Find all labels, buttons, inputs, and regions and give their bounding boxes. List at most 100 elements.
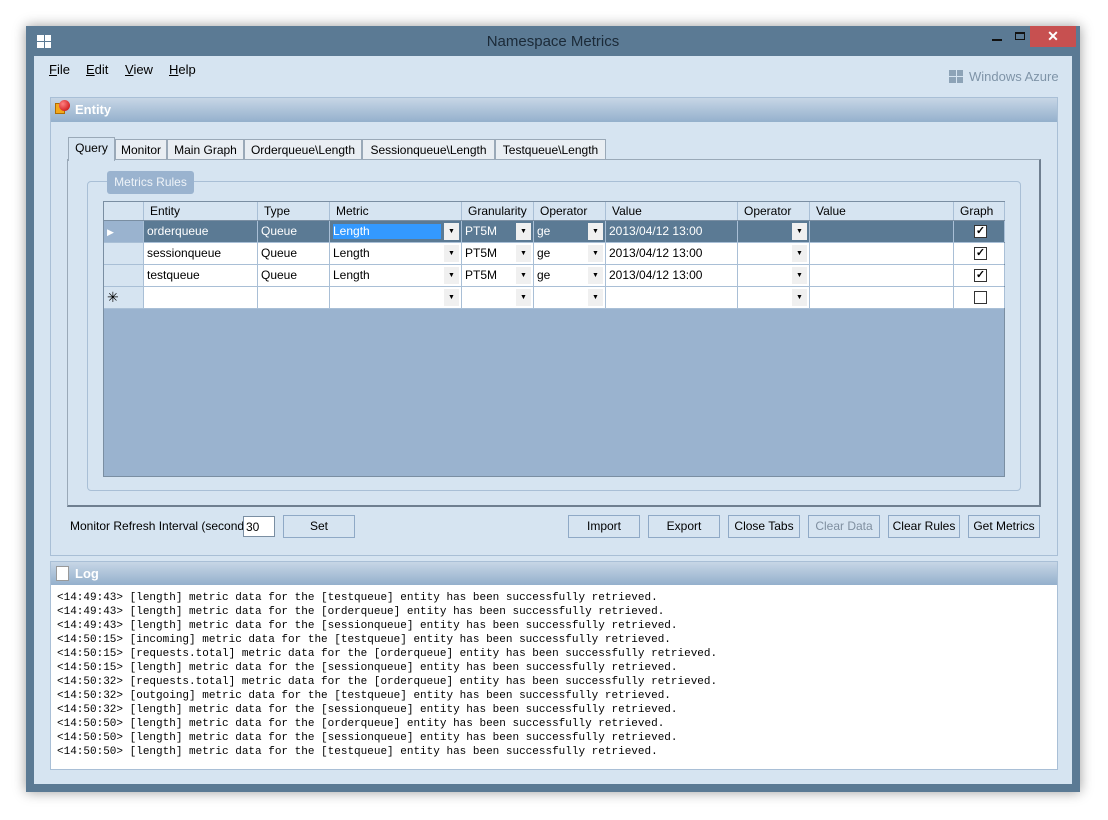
entity-cell[interactable] — [144, 287, 258, 308]
graph-checkbox[interactable]: ✓ — [974, 269, 987, 282]
value1-cell[interactable]: 2013/04/12 13:00 — [606, 221, 738, 242]
row-header[interactable] — [104, 265, 144, 286]
table-row[interactable]: ▶ orderqueue Queue Length ▼ PT5M ▼ ge ▼ 2013/04/1… — [104, 221, 1005, 243]
dropdown-arrow-icon[interactable]: ▼ — [792, 245, 807, 262]
column-header[interactable]: Graph — [954, 202, 1005, 220]
menu-help[interactable]: Help — [169, 62, 196, 77]
dropdown-arrow-icon[interactable]: ▼ — [444, 245, 459, 262]
dropdown-arrow-icon[interactable]: ▼ — [444, 267, 459, 284]
tab-sessionqueue-length[interactable]: Sessionqueue\Length — [362, 139, 495, 160]
type-cell[interactable] — [258, 287, 330, 308]
metric-value: Length — [333, 246, 370, 260]
tab-orderqueue-length[interactable]: Orderqueue\Length — [244, 139, 362, 160]
table-row[interactable]: ✳ ▼ ▼ ▼ ▼ — [104, 287, 1005, 309]
value2-cell[interactable] — [810, 265, 954, 286]
value2-cell[interactable] — [810, 287, 954, 308]
granularity-value: PT5M — [465, 224, 498, 238]
column-header[interactable] — [104, 202, 144, 220]
row-header[interactable]: ✳ — [104, 287, 144, 308]
dropdown-arrow-icon[interactable]: ▼ — [588, 223, 603, 240]
tab-testqueue-length[interactable]: Testqueue\Length — [495, 139, 606, 160]
import-button[interactable]: Import — [568, 515, 640, 538]
column-header[interactable]: Value — [606, 202, 738, 220]
dropdown-arrow-icon[interactable]: ▼ — [792, 267, 807, 284]
dropdown-arrow-icon[interactable]: ▼ — [588, 267, 603, 284]
column-header[interactable]: Value — [810, 202, 954, 220]
row-header[interactable]: ▶ — [104, 221, 144, 242]
op2-cell[interactable]: ▼ — [738, 243, 810, 264]
op1-cell[interactable]: ge ▼ — [534, 265, 606, 286]
entity-cell[interactable]: orderqueue — [144, 221, 258, 242]
set-button[interactable]: Set — [283, 515, 355, 538]
granularity-cell[interactable]: ▼ — [462, 287, 534, 308]
menu-file[interactable]: File — [49, 62, 70, 77]
metric-cell[interactable]: ▼ — [330, 287, 462, 308]
dropdown-arrow-icon[interactable]: ▼ — [792, 223, 807, 240]
log-line: <14:50:50> [length] metric data for the … — [57, 732, 678, 744]
log-text[interactable]: <14:49:43> [length] metric data for the … — [57, 591, 717, 759]
tab-query[interactable]: Query — [68, 137, 115, 161]
granularity-cell[interactable]: PT5M ▼ — [462, 221, 534, 242]
dropdown-arrow-icon[interactable]: ▼ — [444, 289, 459, 306]
column-header[interactable]: Granularity — [462, 202, 534, 220]
entity-cell[interactable]: sessionqueue — [144, 243, 258, 264]
minimize-button[interactable] — [984, 26, 1012, 48]
menu-view[interactable]: View — [125, 62, 153, 77]
menu-edit[interactable]: Edit — [86, 62, 108, 77]
column-header[interactable]: Operator — [534, 202, 606, 220]
op2-cell[interactable]: ▼ — [738, 287, 810, 308]
column-header[interactable]: Metric — [330, 202, 462, 220]
metric-cell[interactable]: Length ▼ — [330, 243, 462, 264]
close-button[interactable]: ✕ — [1030, 26, 1076, 47]
tab-monitor[interactable]: Monitor — [115, 139, 167, 160]
graph-checkbox[interactable] — [974, 291, 987, 304]
value2-cell[interactable] — [810, 243, 954, 264]
dropdown-arrow-icon[interactable]: ▼ — [444, 223, 459, 240]
refresh-interval-input[interactable] — [243, 516, 275, 537]
granularity-cell[interactable]: PT5M ▼ — [462, 265, 534, 286]
tab-main-graph[interactable]: Main Graph — [167, 139, 244, 160]
metric-cell[interactable]: Length ▼ — [330, 221, 462, 242]
metric-cell[interactable]: Length ▼ — [330, 265, 462, 286]
op1-cell[interactable]: ge ▼ — [534, 243, 606, 264]
graph-checkbox[interactable]: ✓ — [974, 225, 987, 238]
table-row[interactable]: sessionqueue Queue Length ▼ PT5M ▼ ge ▼ 2013/04/… — [104, 243, 1005, 265]
value1-cell[interactable]: 2013/04/12 13:00 — [606, 243, 738, 264]
op1-cell[interactable]: ge ▼ — [534, 221, 606, 242]
column-header[interactable]: Entity — [144, 202, 258, 220]
dropdown-arrow-icon[interactable]: ▼ — [792, 289, 807, 306]
column-header[interactable]: Operator — [738, 202, 810, 220]
table-row[interactable]: testqueue Queue Length ▼ PT5M ▼ ge ▼ 2013/04/12 … — [104, 265, 1005, 287]
dropdown-arrow-icon[interactable]: ▼ — [516, 267, 531, 284]
value1-cell[interactable] — [606, 287, 738, 308]
export-button[interactable]: Export — [648, 515, 720, 538]
type-cell[interactable]: Queue — [258, 243, 330, 264]
value1-cell[interactable]: 2013/04/12 13:00 — [606, 265, 738, 286]
clear-data-button[interactable]: Clear Data — [808, 515, 880, 538]
row-header[interactable] — [104, 243, 144, 264]
get-metrics-button[interactable]: Get Metrics — [968, 515, 1040, 538]
type-cell[interactable]: Queue — [258, 221, 330, 242]
value2-cell[interactable] — [810, 221, 954, 242]
granularity-cell[interactable]: PT5M ▼ — [462, 243, 534, 264]
metrics-rules-grid[interactable]: Entity Type Metric Granularity Operator Value… — [103, 201, 1005, 477]
entity-value: sessionqueue — [147, 246, 222, 260]
metric-value: Length — [333, 224, 441, 239]
dropdown-arrow-icon[interactable]: ▼ — [516, 289, 531, 306]
column-header[interactable]: Type — [258, 202, 330, 220]
graph-checkbox[interactable]: ✓ — [974, 247, 987, 260]
dropdown-arrow-icon[interactable]: ▼ — [588, 289, 603, 306]
log-line: <14:50:15> [length] metric data for the … — [57, 662, 678, 674]
entity-cell[interactable]: testqueue — [144, 265, 258, 286]
brand-logo-text: Windows Azure — [969, 69, 1059, 84]
dropdown-arrow-icon[interactable]: ▼ — [588, 245, 603, 262]
close-tabs-button[interactable]: Close Tabs — [728, 515, 800, 538]
dropdown-arrow-icon[interactable]: ▼ — [516, 245, 531, 262]
op2-cell[interactable]: ▼ — [738, 265, 810, 286]
dropdown-arrow-icon[interactable]: ▼ — [516, 223, 531, 240]
op2-cell[interactable]: ▼ — [738, 221, 810, 242]
op1-cell[interactable]: ▼ — [534, 287, 606, 308]
entity-panel-header: Entity — [51, 98, 1057, 122]
type-cell[interactable]: Queue — [258, 265, 330, 286]
clear-rules-button[interactable]: Clear Rules — [888, 515, 960, 538]
